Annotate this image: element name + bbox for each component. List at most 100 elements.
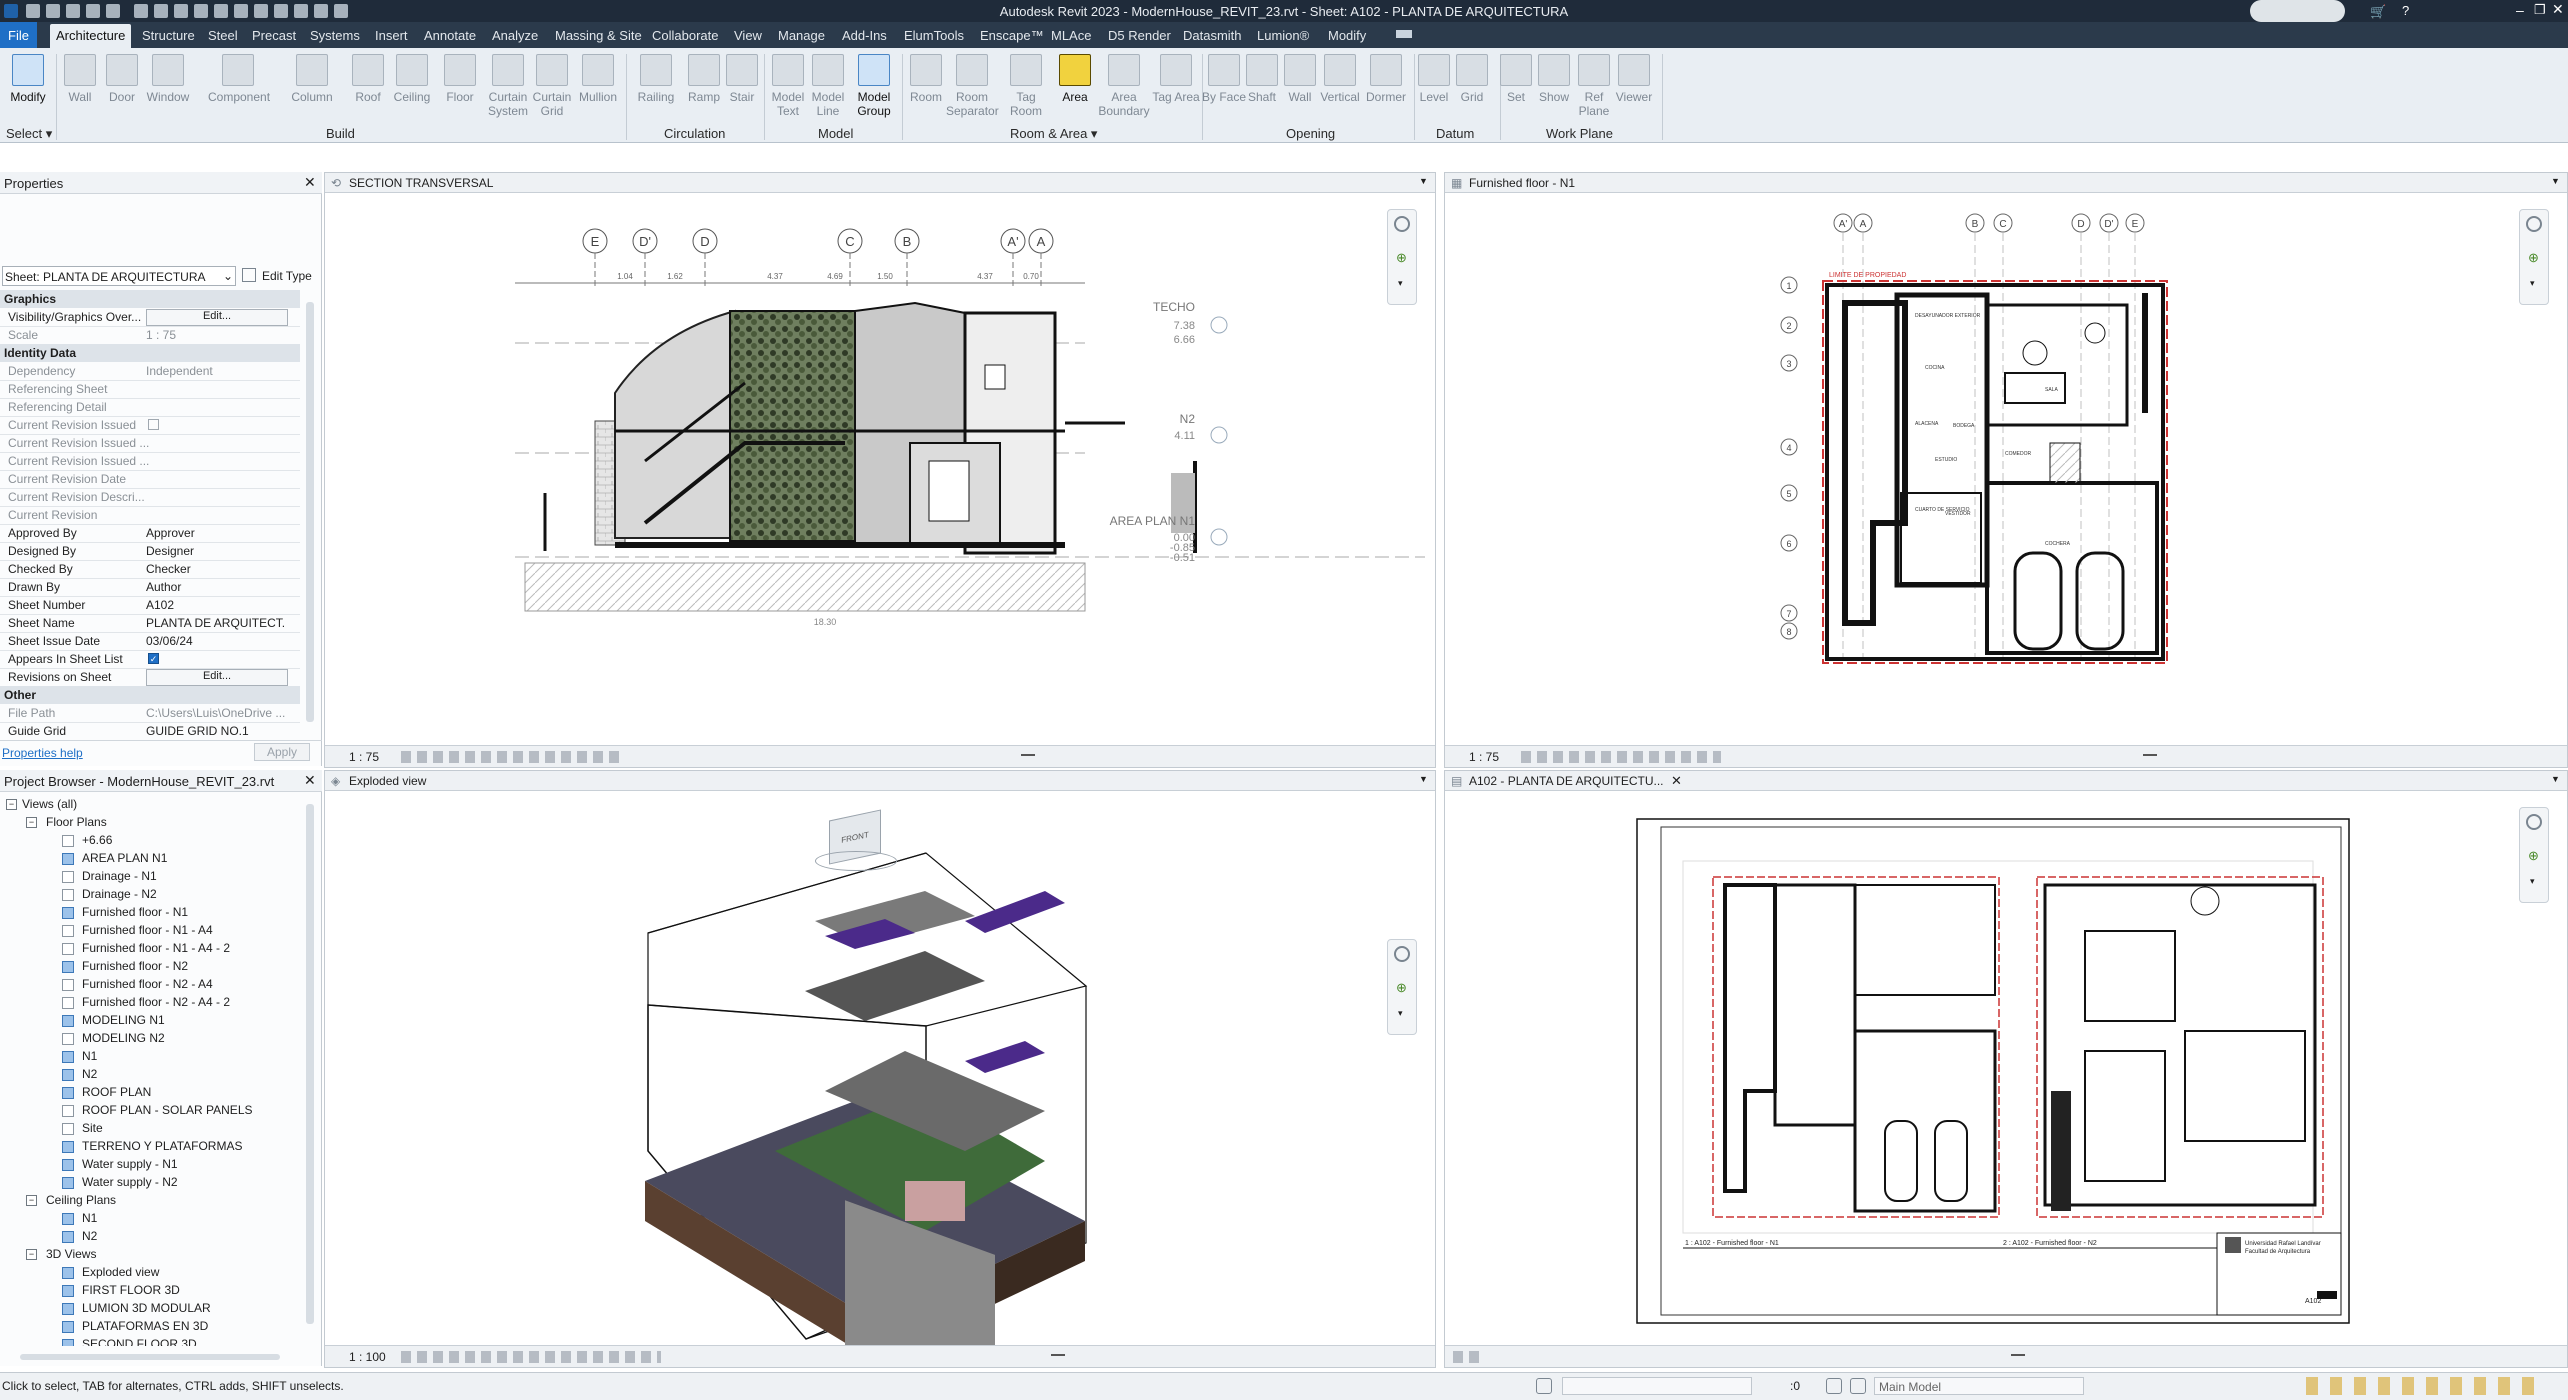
- sheet-number-row[interactable]: Sheet Number A102: [0, 596, 300, 615]
- steering-wheel-icon[interactable]: [1394, 216, 1410, 232]
- appears-in-sheet-list-checkbox[interactable]: ✓: [148, 653, 159, 664]
- room-tag[interactable]: BODEGA: [1953, 423, 1975, 429]
- viewer-button[interactable]: Viewer: [1608, 54, 1660, 104]
- nav-menu-icon[interactable]: ▾: [2530, 876, 2535, 887]
- tab-annotate[interactable]: Annotate: [424, 28, 476, 43]
- browser-item[interactable]: Drainage - N1: [82, 869, 157, 883]
- vertical-opening-button[interactable]: Vertical: [1314, 54, 1366, 104]
- browser-item[interactable]: Drainage - N2: [82, 887, 157, 901]
- level-head[interactable]: [1210, 528, 1228, 546]
- door-button[interactable]: Door: [96, 54, 148, 104]
- tab-lumion[interactable]: Lumion®: [1257, 28, 1309, 43]
- guide-grid-row[interactable]: Guide Grid GUIDE GRID NO.1: [0, 722, 300, 741]
- room-tag[interactable]: COCHERA: [2045, 541, 2071, 547]
- browser-item[interactable]: ROOF PLAN: [82, 1085, 151, 1099]
- view-menu-icon[interactable]: ▼: [2551, 774, 2560, 784]
- browser-views-root[interactable]: Views (all): [22, 797, 77, 811]
- room-tag[interactable]: ALACENA: [1915, 421, 1939, 427]
- view-splitter-handle[interactable]: [2011, 1354, 2025, 1356]
- browser-item[interactable]: N1: [82, 1211, 97, 1225]
- visibility-row[interactable]: Visibility/Graphics Over... Edit...: [0, 308, 300, 327]
- zoom-icon[interactable]: ⊕: [2528, 250, 2539, 266]
- tab-datasmith[interactable]: Datasmith: [1183, 28, 1242, 43]
- browser-item[interactable]: Furnished floor - N1 - A4 - 2: [82, 941, 230, 955]
- revisions-edit-button[interactable]: Edit...: [146, 669, 288, 686]
- browser-item[interactable]: Furnished floor - N2: [82, 959, 188, 973]
- collapse-toggle-icon[interactable]: −: [6, 799, 17, 810]
- minimize-icon[interactable]: –: [2516, 2, 2524, 18]
- browser-item[interactable]: Furnished floor - N1 - A4: [82, 923, 213, 937]
- zoom-icon[interactable]: ⊕: [1396, 980, 1407, 996]
- view-splitter-handle[interactable]: [1051, 1354, 1065, 1356]
- level-head[interactable]: [1210, 426, 1228, 444]
- ceiling-button[interactable]: Ceiling: [386, 54, 438, 104]
- view-menu-icon[interactable]: ▼: [1419, 176, 1428, 186]
- browser-3d-views[interactable]: 3D Views: [46, 1247, 96, 1261]
- view-control-icons[interactable]: [1521, 751, 1721, 763]
- view-control-icons[interactable]: [1453, 1351, 1483, 1363]
- revisions-on-sheet-row[interactable]: Revisions on Sheet Edit...: [0, 668, 300, 687]
- navigation-bar[interactable]: ⊕ ▾: [1387, 939, 1417, 1035]
- collapse-toggle-icon[interactable]: −: [26, 817, 37, 828]
- curtain-grid-button[interactable]: Curtain Grid: [526, 54, 578, 118]
- tag-area-button[interactable]: Tag Area: [1150, 54, 1202, 104]
- browser-item[interactable]: N2: [82, 1229, 97, 1243]
- browser-item[interactable]: MODELING N2: [82, 1031, 165, 1045]
- apply-button[interactable]: Apply: [254, 743, 310, 761]
- component-button[interactable]: Component: [208, 54, 270, 104]
- nav-menu-icon[interactable]: ▾: [2530, 278, 2535, 289]
- tab-view[interactable]: View: [734, 28, 762, 43]
- restore-icon[interactable]: ❐: [2534, 2, 2546, 18]
- tab-steel[interactable]: Steel: [208, 28, 238, 43]
- viewcube[interactable]: FRONT: [811, 809, 901, 871]
- design-options-icon[interactable]: [1826, 1378, 1842, 1394]
- room-tag[interactable]: DESAYUNADOR EXTERIOR: [1915, 313, 1981, 319]
- tab-mlace[interactable]: MLAce: [1051, 28, 1091, 43]
- steering-wheel-icon[interactable]: [1394, 946, 1410, 962]
- browser-item[interactable]: MODELING N1: [82, 1013, 165, 1027]
- exploded-view-window[interactable]: ◈ Exploded view ▼ FRONT ⊕ ▾ 1 : 100: [324, 770, 1436, 1368]
- browser-item[interactable]: FIRST FLOOR 3D: [82, 1283, 180, 1297]
- tab-manage[interactable]: Manage: [778, 28, 825, 43]
- floor-n1-view-window[interactable]: ▦ Furnished floor - N1 ▼ A' A B C D D' E 1 2 3 4 5…: [1444, 172, 2568, 768]
- modify-button[interactable]: Modify: [2, 54, 54, 104]
- dormer-button[interactable]: Dormer: [1360, 54, 1412, 104]
- close-properties-icon[interactable]: ✕: [304, 174, 316, 191]
- properties-scrollbar[interactable]: [306, 302, 314, 722]
- browser-floor-plans[interactable]: Floor Plans: [46, 815, 107, 829]
- model-group-button[interactable]: Model Group: [848, 54, 900, 118]
- exploded-scale[interactable]: 1 : 100: [349, 1350, 386, 1364]
- browser-item[interactable]: Water supply - N2: [82, 1175, 178, 1189]
- tab-massing-site[interactable]: Massing & Site: [555, 28, 642, 43]
- browser-item[interactable]: Water supply - N1: [82, 1157, 178, 1171]
- visibility-edit-button[interactable]: Edit...: [146, 309, 288, 326]
- room-tag[interactable]: VESTIDOR: [1945, 511, 1971, 517]
- browser-item[interactable]: N1: [82, 1049, 97, 1063]
- view-splitter-handle[interactable]: [1021, 754, 1035, 756]
- select-panel-label[interactable]: Select ▾: [6, 126, 52, 142]
- tag-room-button[interactable]: Tag Room: [1000, 54, 1052, 118]
- nav-menu-icon[interactable]: ▾: [1398, 278, 1403, 289]
- drawn-by-row[interactable]: Drawn By Author: [0, 578, 300, 597]
- browser-ceiling-plans[interactable]: Ceiling Plans: [46, 1193, 116, 1207]
- view-menu-icon[interactable]: ▼: [2551, 176, 2560, 186]
- tab-add-ins[interactable]: Add-Ins: [842, 28, 887, 43]
- model-line-button[interactable]: Model Line: [802, 54, 854, 118]
- tab-analyze[interactable]: Analyze: [492, 28, 538, 43]
- navigation-bar[interactable]: ⊕ ▾: [2519, 807, 2549, 903]
- other-group[interactable]: Other: [0, 686, 300, 704]
- room-tag[interactable]: COMEDOR: [2005, 451, 2032, 457]
- browser-scrollbar[interactable]: [306, 804, 314, 1324]
- steering-wheel-icon[interactable]: [2526, 814, 2542, 830]
- help-icon[interactable]: ?: [2402, 3, 2409, 18]
- area-button[interactable]: Area: [1049, 54, 1101, 104]
- browser-item[interactable]: ROOF PLAN - SOLAR PANELS: [82, 1103, 253, 1117]
- room-separator-button[interactable]: Room Separator: [946, 54, 999, 118]
- approved-by-row[interactable]: Approved By Approver: [0, 524, 300, 543]
- tab-precast[interactable]: Precast: [252, 28, 296, 43]
- level-head[interactable]: [1210, 316, 1228, 334]
- browser-item[interactable]: N2: [82, 1067, 97, 1081]
- type-selector[interactable]: Sheet: PLANTA DE ARQUITECTURA ⌄: [2, 266, 236, 286]
- browser-item[interactable]: AREA PLAN N1: [82, 851, 167, 865]
- zoom-icon[interactable]: ⊕: [1396, 250, 1407, 266]
